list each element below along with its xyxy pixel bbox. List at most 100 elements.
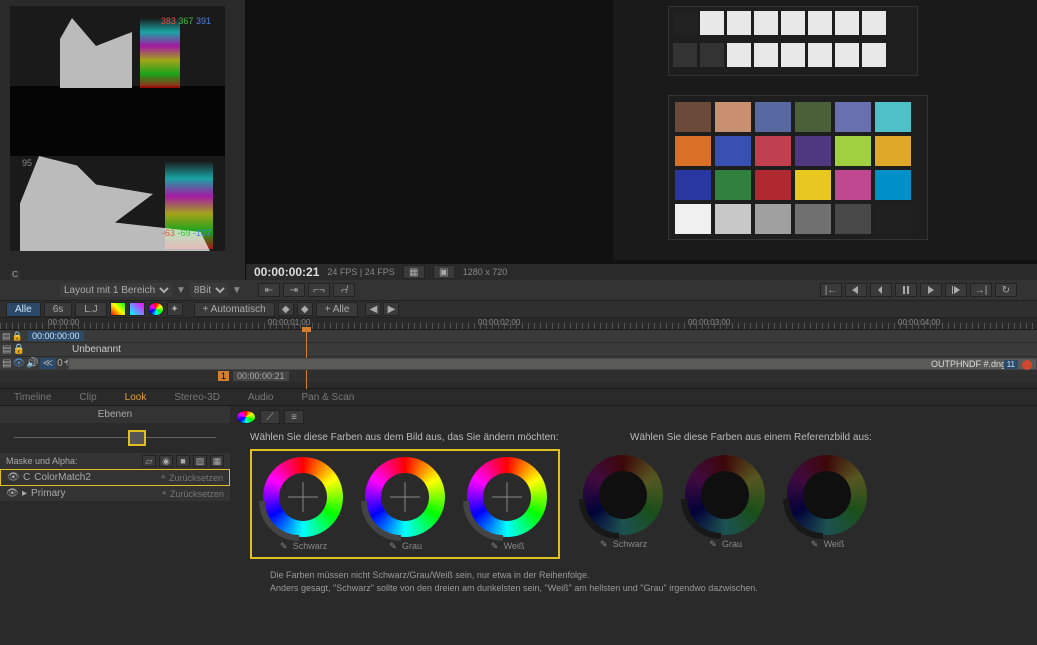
clip-frame-badge: 11 [1004,360,1018,369]
tab-clip[interactable]: Clip [65,390,110,405]
picker-icon[interactable]: ✎ [279,541,289,551]
hint-line-1: Die Farben müssen nicht Schwarz/Grau/Wei… [270,569,890,582]
out-point-button[interactable]: ⇥ [283,283,305,297]
timeline-track-name[interactable]: Unbenannt [68,344,121,355]
source-white-wheel[interactable] [467,457,547,537]
viewer-image[interactable] [613,0,1037,260]
checker-patch [755,170,791,200]
layer-item-colormatch[interactable]: 👁 C ColorMatch2 ▫ Zurücksetzen [0,469,230,486]
hint-line-2: Anders gesagt, "Schwarz" sollte von den … [270,582,890,595]
clip-grade-flag[interactable] [1022,360,1032,370]
track-lock-icon[interactable]: 🔒 [12,331,23,342]
pause-button[interactable] [895,283,917,297]
ref-white-wheel[interactable] [787,455,867,535]
scope-c-badge[interactable]: C [10,270,20,280]
picker-icon[interactable]: ✎ [708,539,718,549]
range-button[interactable]: ⌐¬ [308,283,330,297]
slider-handle[interactable] [128,430,146,446]
checker-patch [795,136,831,166]
range-clear-button[interactable]: ⌐̸ [333,283,355,297]
filter-plus-alle-button[interactable]: + Alle [316,302,359,317]
timeline-clip-track: ▤ 👁 🔊 ≪ 0 ⟲ 0 OUTPHNDF #.dng 11 [0,356,1037,370]
track-toggle-icon[interactable]: ▤ [2,358,11,369]
filter-6s-button[interactable]: 6s [44,302,73,317]
layer-visibility-icon[interactable]: 👁 [7,472,19,483]
colorchecker-bottom [668,95,928,240]
source-black-wheel[interactable] [263,457,343,537]
layer-reset-2[interactable]: Zurücksetzen [170,489,224,499]
checker-patch [715,136,751,166]
look-mode-curves-icon[interactable]: ⟋ [260,410,280,424]
waveform-scope[interactable]: 383 367 391 -63 -69 -107 95 [10,6,225,251]
scope-bitdepth-select[interactable]: 8Bit [190,283,228,297]
wheels-right-header: Wählen Sie diese Farben aus einem Refere… [630,432,872,443]
checker-patch [715,102,751,132]
look-mode-wheel-icon[interactable] [236,410,256,424]
tab-look[interactable]: Look [111,390,161,405]
track-collapse-icon[interactable]: ▤ [2,331,11,342]
checker-patch [835,170,871,200]
tab-stereo[interactable]: Stereo-3D [160,390,234,405]
play-button[interactable] [920,283,942,297]
track-view-icon[interactable]: ▤ [2,344,11,355]
viewer-resolution: 1280 x 720 [463,267,508,277]
filter-diamond-1[interactable]: ◆ [278,302,294,316]
filter-color-icon-2[interactable] [129,302,145,316]
layers-header: Ebenen [0,406,230,423]
layer-opacity-slider[interactable] [0,423,230,453]
mask-mode-2-icon[interactable]: ◉ [159,455,173,467]
filter-next-button[interactable]: ▶ [383,302,399,316]
filter-prev-button[interactable]: ◀ [365,302,381,316]
next-frame-button[interactable] [945,283,967,297]
checker-patch [795,102,831,132]
filter-diamond-2[interactable]: ◆ [297,302,313,316]
checker-patch [755,102,791,132]
tab-pan-scan[interactable]: Pan & Scan [288,390,369,405]
timeline-ruler[interactable]: 00:00:00 00:00:01:00 00:00:02:00 00:00:0… [0,318,1037,330]
mask-mode-4-icon[interactable]: ▨ [193,455,207,467]
tab-timeline[interactable]: Timeline [0,390,65,405]
source-gray-wheel[interactable] [365,457,445,537]
filter-fx-icon[interactable]: ✦ [167,302,183,316]
checker-patch [675,204,711,234]
track-eye-icon[interactable]: 👁 [12,358,25,369]
ref-gray-wheel[interactable] [685,455,765,535]
step-back-button[interactable] [870,283,892,297]
filter-alle-button[interactable]: Alle [6,302,41,317]
layer-reset-1[interactable]: Zurücksetzen [169,473,223,483]
tab-audio[interactable]: Audio [234,390,288,405]
checker-patch [875,136,911,166]
mask-mode-1-icon[interactable]: ▱ [142,455,156,467]
goto-start-button[interactable]: |← [820,283,842,297]
filter-color-icon-1[interactable] [110,302,126,316]
mask-mode-3-icon[interactable]: ■ [176,455,190,467]
filter-lj-button[interactable]: L.J [75,302,106,317]
picker-icon[interactable]: ✎ [388,541,398,551]
look-mode-sliders-icon[interactable]: ≡ [284,410,304,424]
loop-button[interactable]: ↻ [995,283,1017,297]
viewer-format-icon-2[interactable]: ▣ [433,265,455,279]
timeline-clip[interactable]: OUTPHNDF #.dng 11 [68,358,1037,370]
layer-item-primary[interactable]: 👁 ▸ Primary ▫ Zurücksetzen [0,486,230,502]
checker-patch [795,204,831,234]
goto-end-button[interactable]: →| [970,283,992,297]
picker-icon[interactable]: ✎ [599,539,609,549]
track-badge[interactable]: ≪ [40,358,56,369]
ref-black-wheel[interactable] [583,455,663,535]
prev-frame-button[interactable] [845,283,867,297]
picker-icon[interactable]: ✎ [490,541,500,551]
picker-icon[interactable]: ✎ [810,539,820,549]
viewer-format-icon-1[interactable]: ▦ [403,265,425,279]
in-point-button[interactable]: ⇤ [258,283,280,297]
source-wheels-group: ✎Schwarz ✎Grau ✎Weiß [250,449,560,559]
scope-line-95: 95 [22,158,32,168]
track-lock2-icon[interactable]: 🔒 [12,344,24,355]
viewer-fps-info: 24 FPS | 24 FPS [327,267,394,277]
track-audio-icon[interactable]: 🔊 [26,358,38,369]
mask-mode-5-icon[interactable]: ▦ [210,455,224,467]
layer-visibility-icon-2[interactable]: 👁 [6,488,18,499]
filter-grade-icon[interactable] [148,302,164,316]
filter-auto-button[interactable]: + Automatisch [194,302,275,317]
scope-layout-select[interactable]: Layout mit 1 Bereich [60,283,172,297]
checker-patch [755,204,791,234]
